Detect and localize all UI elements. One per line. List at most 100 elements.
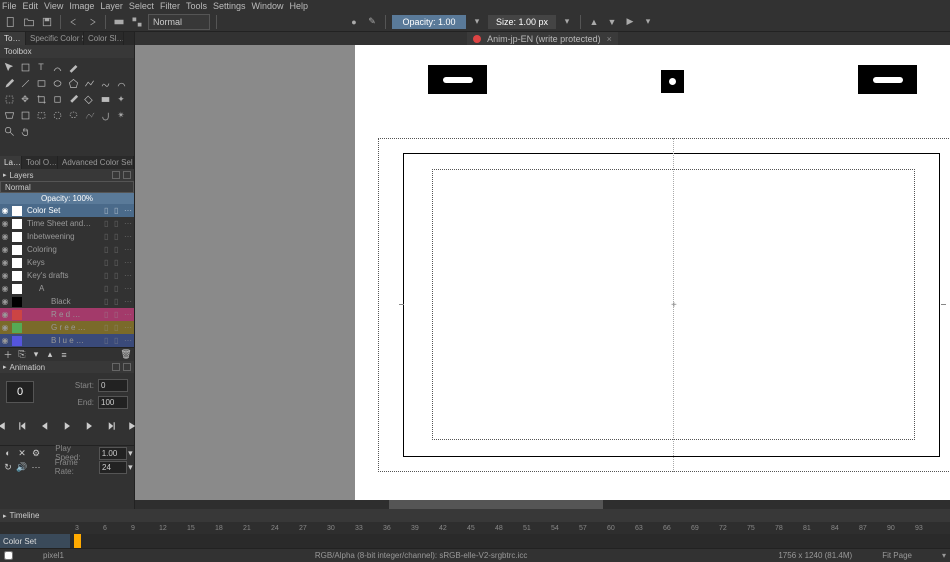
visibility-icon[interactable]: ◉ <box>0 206 10 215</box>
menu-layer[interactable]: Layer <box>100 1 123 11</box>
alpha-icon[interactable]: ▯ <box>114 297 122 306</box>
menu-settings[interactable]: Settings <box>213 1 246 11</box>
layer-blend-select[interactable]: Normal <box>0 181 134 193</box>
gradient-tool-icon[interactable] <box>98 92 112 106</box>
layer-row[interactable]: ◉Color Set▯▯⋯ <box>0 204 134 217</box>
tab-specific-color[interactable]: Specific Color Sel… <box>26 32 84 45</box>
redo-icon[interactable] <box>85 15 99 29</box>
layer-row[interactable]: ◉Key's drafts▯▯⋯ <box>0 269 134 282</box>
layers-header[interactable]: Layers <box>0 169 134 181</box>
lock-icon[interactable]: ▯ <box>104 232 112 241</box>
size-step-icon[interactable]: ▾ <box>560 15 574 29</box>
timeline-track-label[interactable]: Color Set <box>0 534 70 548</box>
menu-image[interactable]: Image <box>69 1 94 11</box>
move-tool-icon[interactable] <box>2 60 16 74</box>
select-rect-tool-icon[interactable] <box>2 92 16 106</box>
brush-edit-icon[interactable]: ✎ <box>365 15 379 29</box>
visibility-icon[interactable]: ◉ <box>0 232 10 241</box>
end-input[interactable]: 100 <box>98 396 128 409</box>
close-docker-icon[interactable] <box>123 171 131 179</box>
tb-chev-icon[interactable]: ▾ <box>641 15 655 29</box>
float-icon[interactable] <box>112 171 120 179</box>
brush-tool-icon[interactable] <box>2 76 16 90</box>
menu-window[interactable]: Window <box>251 1 283 11</box>
alpha-icon[interactable]: ▯ <box>114 245 122 254</box>
lasso-tool-icon[interactable] <box>66 108 80 122</box>
alpha-icon[interactable]: ▯ <box>114 206 122 215</box>
close-docker-icon[interactable] <box>123 363 131 371</box>
move-down-icon[interactable]: ▾ <box>30 349 42 361</box>
select-circle-tool-icon[interactable] <box>50 108 64 122</box>
visibility-icon[interactable]: ◉ <box>0 245 10 254</box>
mirror-v-icon[interactable]: ▼ <box>605 15 619 29</box>
more-icon[interactable]: ⋯ <box>124 323 132 332</box>
visibility-icon[interactable]: ◉ <box>0 336 10 345</box>
visibility-icon[interactable]: ◉ <box>0 297 10 306</box>
layer-row[interactable]: ◉Time Sheet and…▯▯⋯ <box>0 217 134 230</box>
lock-icon[interactable]: ▯ <box>104 271 112 280</box>
timeline-ruler[interactable]: 3691215182124273033363942454851545760636… <box>0 522 950 534</box>
timeline-cells[interactable] <box>70 534 950 548</box>
alpha-icon[interactable]: ▯ <box>114 271 122 280</box>
tab-layers[interactable]: La… <box>0 156 22 169</box>
canvas-viewport[interactable]: + <box>135 45 950 500</box>
ellipse-tool-icon[interactable] <box>50 76 64 90</box>
lock-icon[interactable]: ▯ <box>104 323 112 332</box>
anim-more-icon[interactable]: ⋯ <box>30 461 42 473</box>
zoom-chev-icon[interactable]: ▾ <box>942 551 946 560</box>
layer-row[interactable]: ◉Coloring▯▯⋯ <box>0 243 134 256</box>
polygon-tool-icon[interactable] <box>66 76 80 90</box>
lock-icon[interactable]: ▯ <box>104 219 112 228</box>
wand-tool-icon[interactable]: ✦ <box>114 92 128 106</box>
duplicate-layer-icon[interactable]: ⎘ <box>16 349 28 361</box>
lock-icon[interactable]: ▯ <box>104 206 112 215</box>
lock-icon[interactable]: ▯ <box>104 284 112 293</box>
distort-tool-icon[interactable] <box>18 108 32 122</box>
zoom-tool-icon[interactable] <box>2 124 16 138</box>
transform-tool-icon[interactable] <box>18 60 32 74</box>
visibility-icon[interactable]: ◉ <box>0 323 10 332</box>
hscrollbar[interactable] <box>135 500 950 509</box>
document-tab[interactable]: Anim-jp-EN (write protected) × <box>467 32 618 45</box>
more-icon[interactable]: ⋯ <box>124 206 132 215</box>
pattern-icon[interactable] <box>130 15 144 29</box>
similar-select-tool-icon[interactable] <box>82 108 96 122</box>
menu-edit[interactable]: Edit <box>23 1 39 11</box>
line-tool-icon[interactable] <box>18 76 32 90</box>
visibility-icon[interactable]: ◉ <box>0 271 10 280</box>
layer-row[interactable]: ◉Black▯▯⋯ <box>0 295 134 308</box>
alpha-icon[interactable]: ▯ <box>114 258 122 267</box>
add-layer-icon[interactable]: ＋ <box>2 349 14 361</box>
assistants-tool-icon[interactable]: ✴ <box>114 108 128 122</box>
alpha-icon[interactable]: ▯ <box>114 310 122 319</box>
more-icon[interactable]: ⋯ <box>124 271 132 280</box>
menu-file[interactable]: File <box>2 1 17 11</box>
bezier-tool-icon[interactable] <box>98 76 112 90</box>
prev-keyframe-icon[interactable] <box>17 419 29 433</box>
delete-layer-icon[interactable]: 🗑 <box>120 349 132 361</box>
more-icon[interactable]: ⋯ <box>124 258 132 267</box>
layer-row[interactable]: ◉R e d …▯▯⋯ <box>0 308 134 321</box>
select-layer-checkbox[interactable] <box>4 551 13 560</box>
brush-preset-icon[interactable]: ● <box>347 15 361 29</box>
visibility-icon[interactable]: ◉ <box>0 284 10 293</box>
mirror-h-icon[interactable]: ▲ <box>587 15 601 29</box>
fill-tool-icon[interactable] <box>82 92 96 106</box>
hscroll-thumb[interactable] <box>389 500 603 509</box>
frame-rate-input[interactable]: 24 <box>99 461 127 474</box>
layer-opacity-slider[interactable]: Opacity: 100% <box>0 193 134 204</box>
audio-icon[interactable]: 🔊 <box>16 461 28 473</box>
calligraphy-tool-icon[interactable] <box>50 60 64 74</box>
pencil-tool-icon[interactable] <box>66 60 80 74</box>
play-speed-step-icon[interactable]: ▾ <box>127 448 134 459</box>
layer-row[interactable]: ◉Keys▯▯⋯ <box>0 256 134 269</box>
more-icon[interactable]: ⋯ <box>124 232 132 241</box>
lock-icon[interactable]: ▯ <box>104 258 112 267</box>
next-frame-icon[interactable] <box>83 419 95 433</box>
close-icon[interactable]: × <box>607 34 612 44</box>
open-doc-icon[interactable] <box>22 15 36 29</box>
freehand-tool-icon[interactable] <box>114 76 128 90</box>
play-icon[interactable] <box>61 419 73 433</box>
size-slider[interactable]: Size: 1.00 px <box>488 15 556 29</box>
alpha-icon[interactable]: ▯ <box>114 336 122 345</box>
